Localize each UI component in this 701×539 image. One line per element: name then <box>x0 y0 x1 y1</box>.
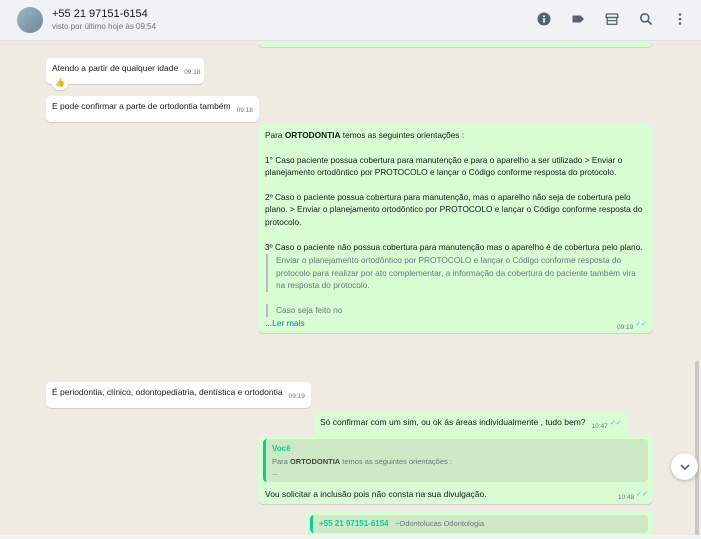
intro-post: temos as seguintes orientações : <box>340 130 465 140</box>
message-paragraph: 2º Caso o paciente possua cobertura para… <box>265 191 643 227</box>
message-quote: Caso seja feito no <box>266 303 647 317</box>
message-time: 09:18 <box>184 69 201 76</box>
message-outgoing[interactable]: Só confirmar com um sim, ou ok ás áreas … <box>314 412 628 438</box>
quoted-message[interactable]: +55 21 97151-6154 ~Odontolucas Odontolog… <box>310 515 648 533</box>
message-text: E pode confirmar a parte de ortodontia t… <box>52 101 231 111</box>
read-ticks-icon: ✓✓ <box>636 490 648 498</box>
message-outgoing-reply[interactable]: Você Para ORTODONTIA temos as seguintes … <box>258 435 653 504</box>
message-text: Atendo a partir de qualquer idade <box>52 63 179 73</box>
message-intro: Para ORTODONTIA temos as seguintes orien… <box>265 129 647 142</box>
search-icon[interactable] <box>639 12 653 26</box>
message-paragraph: 1° Caso paciente possua cobertura para m… <box>265 154 623 178</box>
chat-header: +55 21 97151-6154 visto por último hoje … <box>0 0 701 41</box>
quoted-author: +55 21 97151-6154 <box>319 519 389 528</box>
message-text: Vou solicitar a inclusão pois não consta… <box>265 488 487 499</box>
quoted-bold: ORTODONTIA <box>289 456 341 466</box>
header-actions <box>537 12 687 26</box>
message-incoming[interactable]: Atendo a partir de qualquer idade 09:18 <box>46 58 205 84</box>
message-time: 09:18 <box>236 107 253 114</box>
previous-message-tail <box>258 41 653 47</box>
contact-name: +55 21 97151-6154 <box>52 8 148 20</box>
message-list[interactable]: Atendo a partir de qualquer idade 09:18 👍… <box>0 41 701 539</box>
info-icon[interactable] <box>537 12 551 26</box>
message-text: Só confirmar com um sim, ou ok ás áreas … <box>320 417 586 427</box>
read-more-link[interactable]: ...Ler mais <box>265 318 305 328</box>
message-time: 10:48 <box>617 493 635 501</box>
label-icon[interactable] <box>571 12 585 26</box>
contact-info[interactable]: +55 21 97151-6154 visto por último hoje … <box>52 8 156 32</box>
read-more-row: ...Ler mais 09:19 ✓✓ <box>265 317 647 331</box>
message-time: 10:47 <box>591 423 608 430</box>
contact-avatar[interactable] <box>17 7 43 33</box>
message-paragraph: 3º Caso o paciente não possua cobertura … <box>265 241 643 252</box>
message-time: 09:19 <box>288 393 305 400</box>
menu-icon[interactable] <box>673 12 687 26</box>
message-incoming[interactable]: E pode confirmar a parte de ortodontia t… <box>46 96 259 122</box>
intro-bold: ORTODONTIA <box>284 130 341 140</box>
composer-edge <box>0 535 701 539</box>
message-time: 09:19 <box>616 323 634 331</box>
quoted-text: Para ORTODONTIA temos as seguintes orien… <box>272 456 642 467</box>
scrollbar[interactable] <box>695 361 699 539</box>
chevron-down-icon <box>679 463 690 470</box>
quoted-pre: Para <box>272 456 290 466</box>
read-ticks-icon: ✓✓ <box>609 420 622 427</box>
contact-status: visto por último hoje às 09:54 <box>52 22 157 31</box>
read-ticks-icon: ✓✓ <box>635 320 647 328</box>
quoted-author: Você <box>272 444 291 453</box>
quoted-sender: ~Odontolucas Odontologia <box>395 519 485 528</box>
message-text: É periodontia, clínico, odontopediatria,… <box>52 387 283 397</box>
quoted-post: temos as seguintes orientações : <box>340 456 452 466</box>
quoted-ellipsis: ... <box>272 467 279 477</box>
message-incoming[interactable]: É periodontia, clínico, odontopediatria,… <box>46 382 311 408</box>
reaction-emoji: 👍 <box>55 78 65 87</box>
message-outgoing[interactable]: Para ORTODONTIA temos as seguintes orien… <box>258 124 653 334</box>
message-meta: 09:19 ✓✓ <box>611 317 647 335</box>
intro-pre: Para <box>265 130 285 140</box>
message-quote: Enviar o planejamento ortodôntico por PR… <box>266 254 647 292</box>
reaction-badge[interactable]: 👍 <box>52 76 68 90</box>
scroll-down-button[interactable] <box>671 453 698 480</box>
quoted-message[interactable]: Você Para ORTODONTIA temos as seguintes … <box>263 439 648 482</box>
message-meta: 10:48 ✓✓ <box>612 487 648 505</box>
store-icon[interactable] <box>605 12 619 26</box>
reply-body: Vou solicitar a inclusão pois não consta… <box>263 488 648 501</box>
